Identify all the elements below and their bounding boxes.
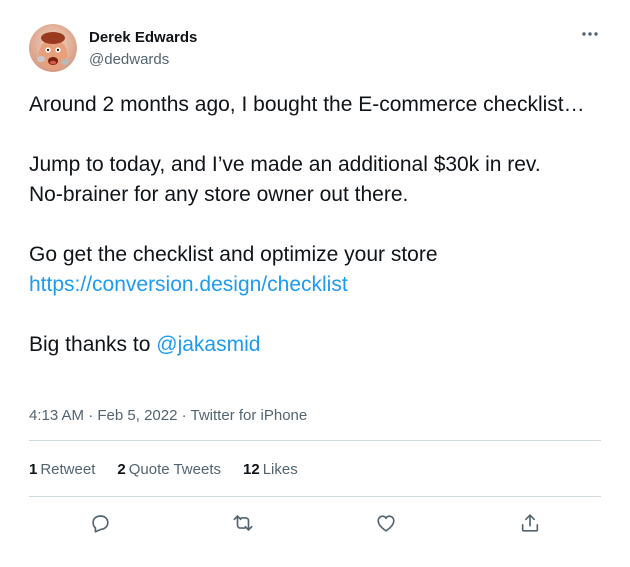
share-icon: [521, 514, 539, 532]
share-button[interactable]: [515, 508, 545, 538]
quote-count-label: Quote Tweets: [128, 461, 221, 478]
divider: [29, 496, 601, 497]
tweet-text-line: Go get the checklist and optimize your s…: [29, 243, 438, 266]
likes-count: 12: [243, 461, 260, 478]
heart-icon: [377, 515, 395, 532]
tweet-text-line: Around 2 months ago, I bought the E-comm…: [29, 93, 585, 116]
likes-count-label: Likes: [262, 461, 298, 478]
retweet-count-link[interactable]: 1 Retweet: [29, 460, 95, 480]
quote-tweets-link[interactable]: 2 Quote Tweets: [117, 460, 221, 480]
tweet-paragraph: Around 2 months ago, I bought the E-comm…: [29, 90, 609, 120]
author-info: Derek Edwards @dedwards: [89, 28, 197, 70]
author-handle[interactable]: @dedwards: [89, 50, 197, 70]
reply-icon: [92, 515, 109, 533]
retweet-count-label: Retweet: [40, 461, 96, 478]
like-button[interactable]: [371, 508, 401, 538]
tweet-text-line: Jump to today, and I’ve made an addition…: [29, 153, 541, 176]
tweet-time[interactable]: 4:13 AM: [29, 407, 84, 424]
profile-photo-icon: [29, 24, 77, 72]
tweet-paragraph: Go get the checklist and optimize your s…: [29, 240, 609, 300]
more-options-button[interactable]: [579, 24, 601, 44]
tweet-paragraph: Big thanks to @jakasmid: [29, 330, 609, 360]
tweet-text-line: No-brainer for any store owner out there…: [29, 183, 409, 206]
tweet-stats: 1 Retweet 2 Quote Tweets 12 Likes: [29, 460, 298, 480]
retweet-count: 1: [29, 461, 38, 478]
tweet-date[interactable]: Feb 5, 2022: [97, 407, 177, 424]
tweet-meta: 4:13 AM · Feb 5, 2022 · Twitter for iPho…: [29, 406, 307, 426]
retweet-icon: [233, 515, 253, 531]
more-horizontal-icon: [582, 32, 598, 36]
tweet-card: Derek Edwards @dedwards Around 2 months …: [0, 0, 630, 567]
reply-button[interactable]: [85, 508, 115, 538]
checklist-link[interactable]: https://conversion.design/checklist: [29, 273, 348, 296]
tweet-actions: [29, 508, 601, 538]
meta-separator: ·: [84, 407, 98, 424]
divider: [29, 440, 601, 441]
meta-separator: ·: [177, 407, 191, 424]
avatar[interactable]: [29, 24, 77, 72]
tweet-header: Derek Edwards @dedwards: [29, 24, 601, 76]
tweet-source[interactable]: Twitter for iPhone: [191, 407, 308, 424]
author-display-name[interactable]: Derek Edwards: [89, 28, 197, 48]
retweet-button[interactable]: [228, 508, 258, 538]
tweet-text: Around 2 months ago, I bought the E-comm…: [29, 90, 609, 360]
thanks-text: Big thanks to: [29, 333, 157, 356]
mention-link[interactable]: @jakasmid: [156, 333, 260, 356]
tweet-paragraph: Jump to today, and I’ve made an addition…: [29, 150, 609, 210]
quote-count: 2: [117, 461, 126, 478]
likes-link[interactable]: 12 Likes: [243, 460, 298, 480]
